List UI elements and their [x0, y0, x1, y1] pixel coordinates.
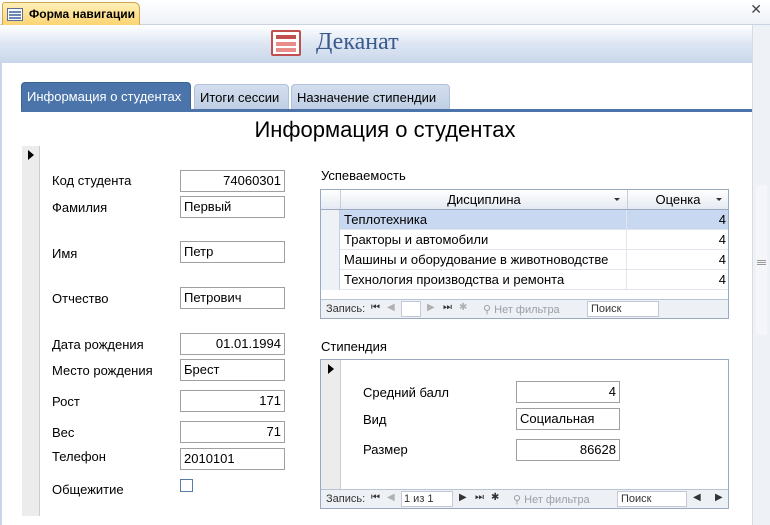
- avg-score-label: Средний балл: [363, 385, 450, 400]
- column-header-discipline[interactable]: Дисциплина: [341, 190, 628, 209]
- row-selector[interactable]: [321, 210, 340, 230]
- record-selector[interactable]: [321, 360, 341, 490]
- birth-date-label: Дата рождения: [52, 337, 144, 352]
- form-icon: [7, 7, 23, 21]
- table-row[interactable]: Тракторы и автомобили 4: [321, 230, 728, 250]
- column-grade-label: Оценка: [655, 192, 701, 207]
- grade-sort-dropdown-icon[interactable]: [716, 198, 722, 201]
- weight-field[interactable]: 71: [180, 421, 285, 443]
- height-label: Рост: [52, 394, 80, 409]
- phone-label: Телефон: [52, 449, 106, 464]
- first-record-icon[interactable]: ⏮: [371, 302, 380, 313]
- patronymic-field[interactable]: Петрович: [180, 287, 285, 309]
- record-selector[interactable]: [22, 146, 40, 516]
- scroll-right-icon[interactable]: ▶: [715, 492, 723, 503]
- no-filter-button[interactable]: ⚲ Нет фильтра: [483, 303, 560, 316]
- last-name-field[interactable]: Первый: [180, 196, 285, 218]
- performance-label: Успеваемость: [321, 168, 406, 183]
- phone-field[interactable]: 2010101: [180, 448, 285, 470]
- scroll-left-icon[interactable]: ◀: [693, 492, 701, 503]
- table-row[interactable]: Теплотехника 4: [321, 210, 728, 230]
- tab-student-info[interactable]: Информация о студентах: [21, 82, 191, 110]
- birth-place-label: Место рождения: [52, 363, 153, 378]
- type-label: Вид: [363, 412, 387, 427]
- weight-label: Вес: [52, 425, 75, 440]
- grade-cell[interactable]: 4: [628, 270, 728, 290]
- prev-record-icon[interactable]: ◀: [387, 302, 395, 313]
- dormitory-checkbox[interactable]: [180, 479, 193, 492]
- performance-record-navigator: Запись: ⏮ ◀ ▶ ⏭ ✱ ⚲ Нет фильтра Поиск: [321, 299, 728, 318]
- next-record-icon[interactable]: ▶: [427, 302, 435, 313]
- student-id-label: Код студента: [52, 173, 132, 188]
- column-discipline-label: Дисциплина: [447, 192, 521, 207]
- first-name-field[interactable]: Петр: [180, 241, 285, 263]
- size-label: Размер: [363, 442, 408, 457]
- datasheet-header: Дисциплина Оценка: [321, 190, 728, 210]
- last-record-icon[interactable]: ⏭: [475, 492, 484, 503]
- table-row[interactable]: Технология производства и ремонта 4: [321, 270, 728, 290]
- discipline-cell[interactable]: Теплотехника: [341, 210, 627, 230]
- row-selector[interactable]: [321, 250, 340, 270]
- search-input[interactable]: Поиск: [587, 301, 659, 317]
- record-number-input[interactable]: [401, 301, 421, 317]
- close-icon[interactable]: ✕: [750, 2, 762, 18]
- record-label: Запись:: [326, 303, 366, 315]
- grade-cell[interactable]: 4: [628, 210, 728, 230]
- scroll-grip-icon: [757, 260, 766, 261]
- birth-date-field[interactable]: 01.01.1994: [180, 333, 285, 355]
- scholarship-record-navigator: Запись: ⏮ ◀ 1 из 1 ▶ ⏭ ✱ ⚲ Нет фильтра П…: [321, 489, 728, 508]
- height-field[interactable]: 171: [180, 390, 285, 412]
- vertical-scrollbar[interactable]: [752, 25, 770, 525]
- form-header: Деканат: [0, 25, 752, 63]
- grade-cell[interactable]: 4: [628, 250, 728, 270]
- patronymic-label: Отчество: [52, 291, 109, 306]
- grade-cell[interactable]: 4: [628, 230, 728, 250]
- discipline-sort-dropdown-icon[interactable]: [614, 198, 620, 201]
- last-record-icon[interactable]: ⏭: [443, 302, 452, 313]
- first-name-label: Имя: [52, 246, 78, 261]
- row-selector[interactable]: [321, 270, 340, 290]
- first-record-icon[interactable]: ⏮: [371, 492, 380, 503]
- record-number-input[interactable]: 1 из 1: [401, 491, 453, 507]
- filter-icon: ⚲: [513, 494, 525, 506]
- discipline-cell[interactable]: Тракторы и автомобили: [341, 230, 627, 250]
- last-name-label: Фамилия: [52, 200, 108, 215]
- doc-tab-navigation-form[interactable]: Форма навигации: [2, 2, 140, 25]
- avg-score-field[interactable]: 4: [516, 381, 620, 403]
- current-record-arrow-icon: [328, 364, 334, 374]
- header-title: Деканат: [316, 29, 399, 55]
- birth-place-field[interactable]: Брест: [180, 359, 285, 381]
- page-title: Информация о студентах: [254, 117, 516, 142]
- new-record-icon[interactable]: ✱: [491, 492, 499, 503]
- form-logo-icon: [271, 30, 301, 56]
- tab-session-results[interactable]: Итоги сессии: [194, 84, 289, 110]
- no-filter-label: Нет фильтра: [524, 494, 590, 506]
- type-field[interactable]: Социальная: [516, 408, 620, 430]
- scholarship-subform: Средний балл 4 Вид Социальная Размер 866…: [320, 359, 729, 509]
- size-field[interactable]: 86628: [516, 439, 620, 461]
- current-record-arrow-icon: [28, 150, 34, 160]
- record-label: Запись:: [326, 493, 366, 505]
- column-header-grade[interactable]: Оценка: [628, 190, 728, 209]
- tab-scholarship-assignment[interactable]: Назначение стипендии: [291, 84, 450, 110]
- table-row[interactable]: Машины и оборудование в животноводстве 4: [321, 250, 728, 270]
- document-tab-bar: Форма навигации ✕: [0, 0, 770, 25]
- prev-record-icon[interactable]: ◀: [387, 492, 395, 503]
- no-filter-button[interactable]: ⚲ Нет фильтра: [513, 493, 590, 506]
- filter-icon: ⚲: [483, 304, 495, 316]
- new-record-icon[interactable]: ✱: [459, 302, 467, 313]
- next-record-icon[interactable]: ▶: [459, 492, 467, 503]
- dormitory-label: Общежитие: [52, 482, 124, 497]
- student-id-field[interactable]: 74060301: [180, 170, 285, 192]
- no-filter-label: Нет фильтра: [494, 304, 560, 316]
- row-selector[interactable]: [321, 230, 340, 250]
- doc-tab-label: Форма навигации: [29, 7, 135, 21]
- performance-datasheet: Дисциплина Оценка Теплотехника 4 Трактор…: [320, 189, 729, 319]
- discipline-cell[interactable]: Машины и оборудование в животноводстве: [341, 250, 627, 270]
- select-all-cell[interactable]: [321, 190, 341, 209]
- discipline-cell[interactable]: Технология производства и ремонта: [341, 270, 627, 290]
- scholarship-label: Стипендия: [321, 339, 387, 354]
- search-input[interactable]: Поиск: [617, 491, 687, 507]
